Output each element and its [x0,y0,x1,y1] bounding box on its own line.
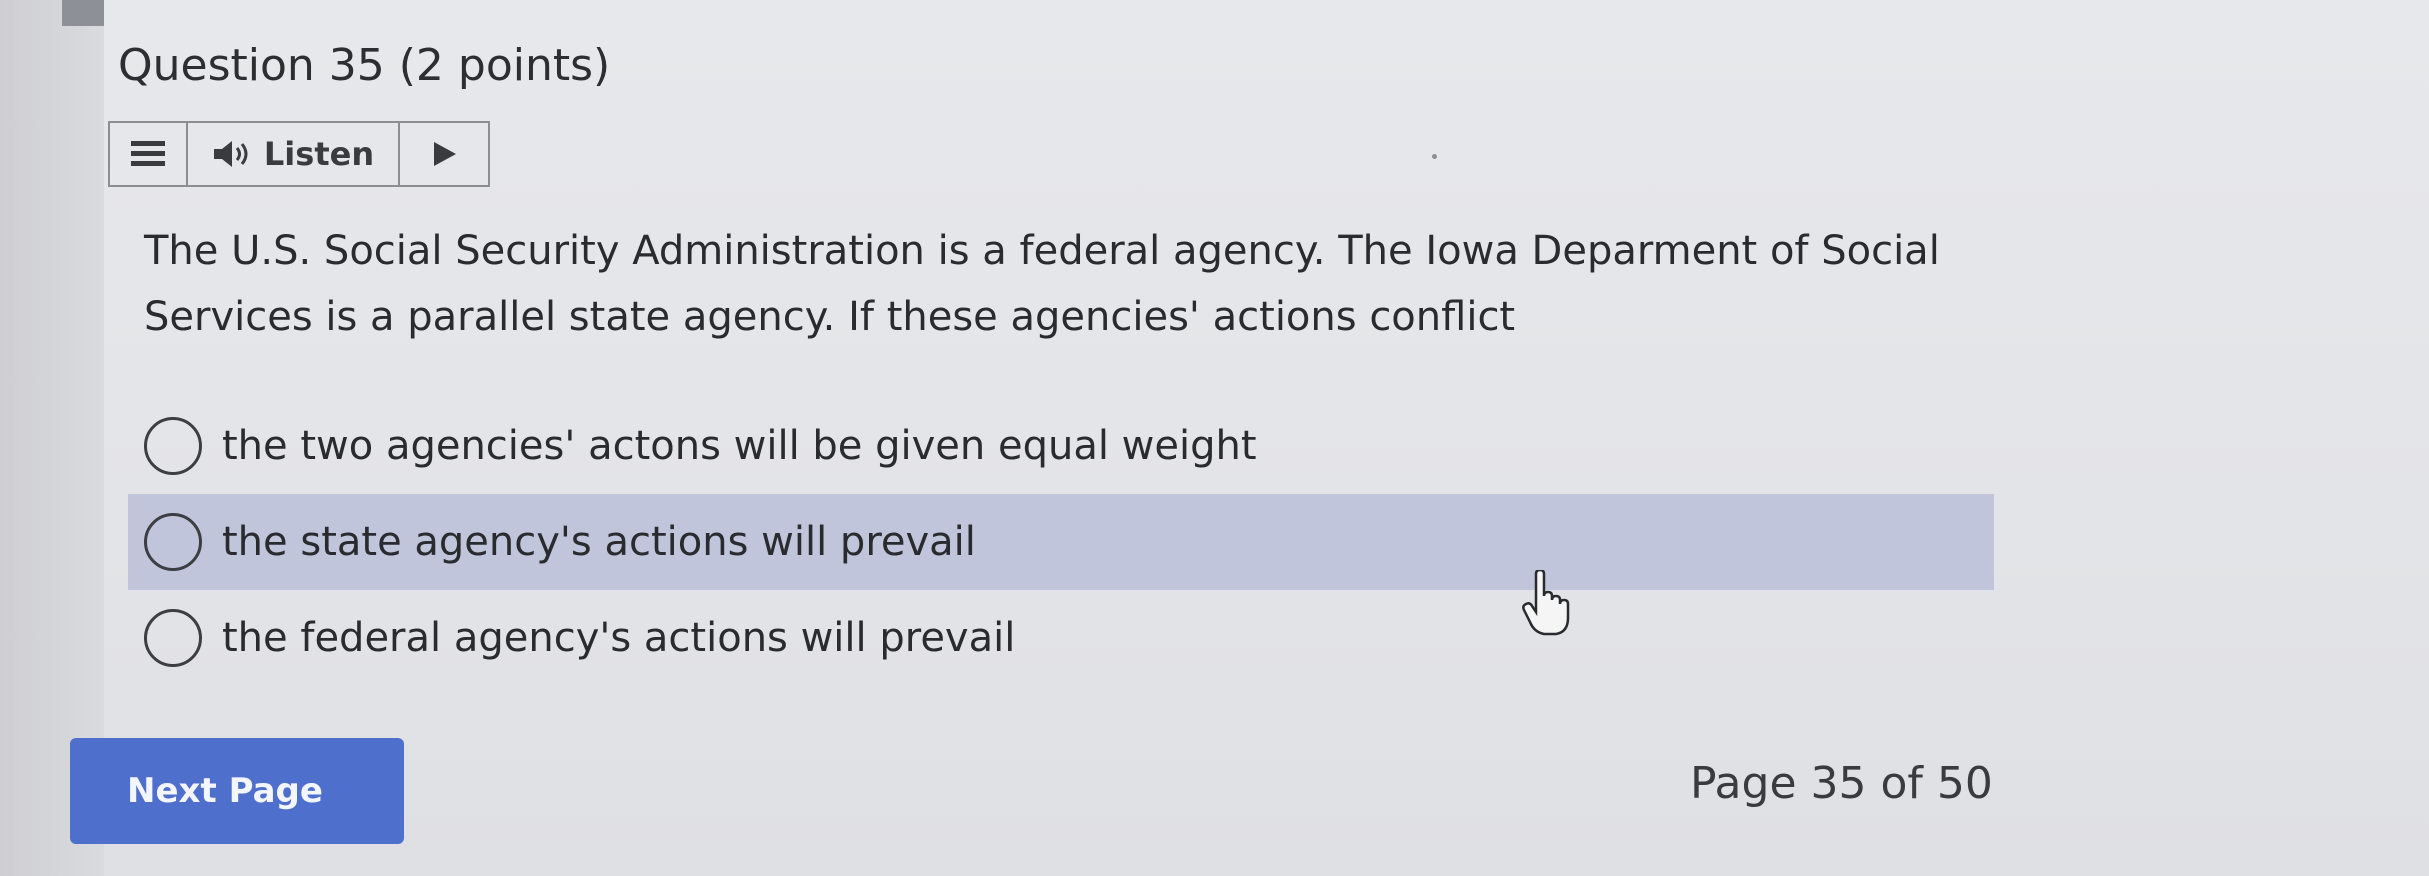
question-title: Question 35 (2 points) [118,40,611,91]
listen-button[interactable]: Listen [188,123,400,185]
listen-label: Listen [263,135,375,173]
next-page-button[interactable]: Next Page [70,738,404,844]
radio-button[interactable] [144,417,202,475]
hand-cursor-icon [1522,570,1570,636]
option-label: the state agency's actions will prevail [222,519,976,565]
answer-option-3[interactable]: the federal agency's actions will prevai… [128,590,1994,686]
toolbar-menu-button[interactable] [110,123,188,185]
read-aloud-toolbar: Listen [108,121,490,187]
menu-icon [131,141,165,166]
answer-options: the two agencies' actons will be given e… [128,398,1994,686]
stray-dot [1432,154,1437,159]
play-icon [434,142,456,166]
play-button[interactable] [400,123,488,185]
answer-option-2[interactable]: the state agency's actions will prevail [128,494,1994,590]
radio-button[interactable] [144,513,202,571]
answer-option-1[interactable]: the two agencies' actons will be given e… [128,398,1994,494]
sidebar-top-block [62,0,104,26]
radio-button[interactable] [144,609,202,667]
question-text: The U.S. Social Security Administration … [144,228,1940,340]
option-label: the federal agency's actions will prevai… [222,615,1016,661]
option-label: the two agencies' actons will be given e… [222,423,1257,469]
page-indicator: Page 35 of 50 [1690,758,1993,809]
speaker-icon [213,141,248,167]
